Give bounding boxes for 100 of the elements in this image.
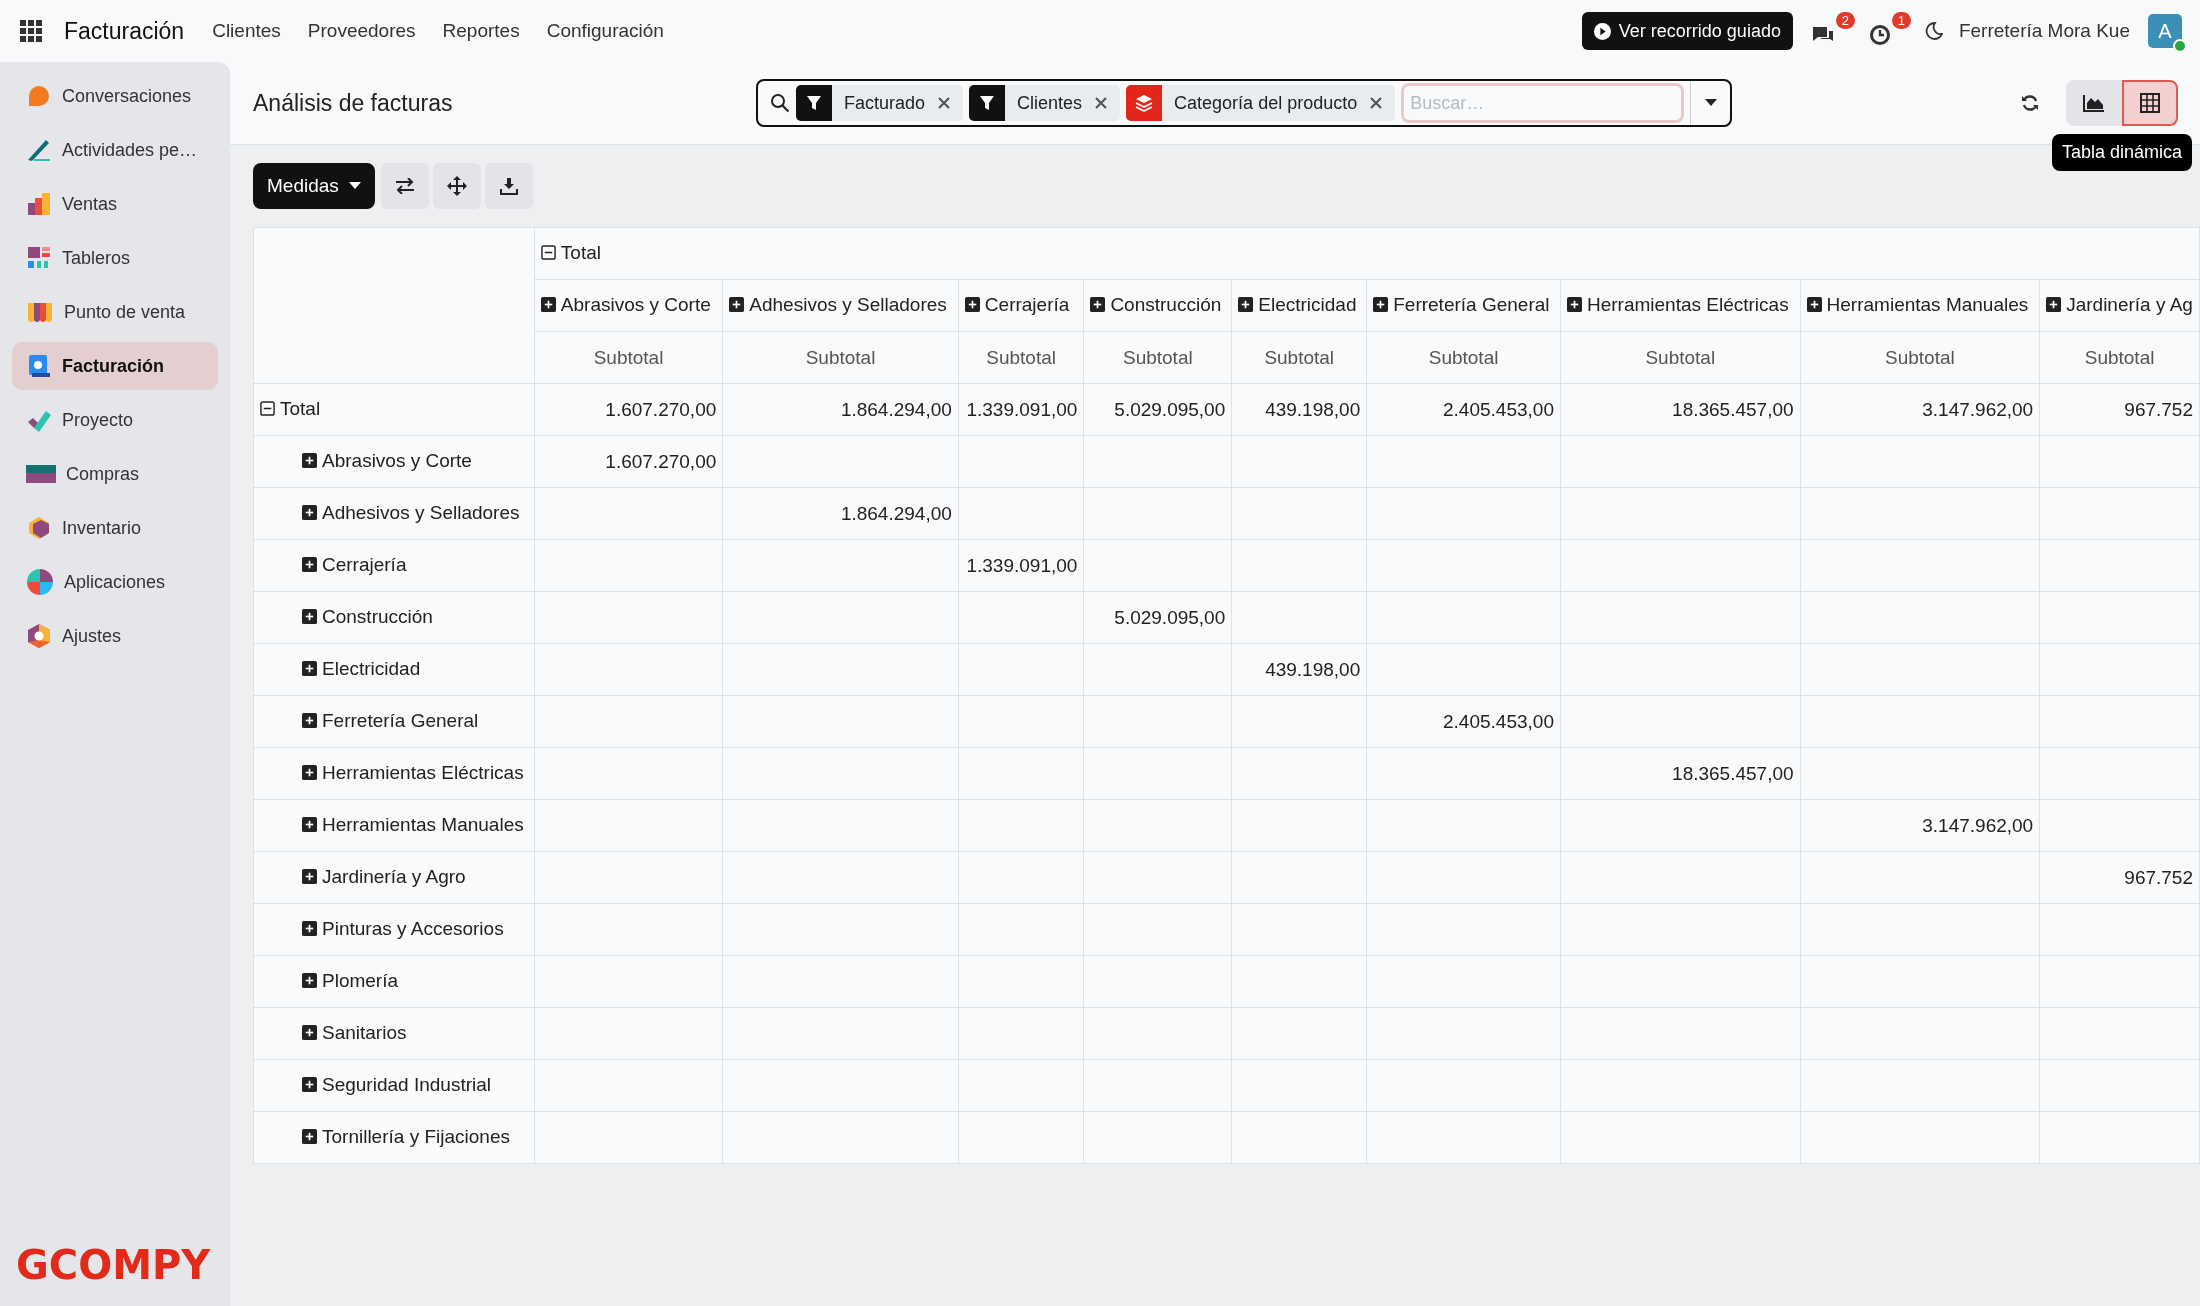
row-header[interactable]: Pinturas y Accesorios [253,903,535,956]
menu-item[interactable]: Configuración [546,20,664,42]
expand-icon [302,1025,317,1041]
row-header[interactable]: Ferretería General [253,695,535,748]
expand-icon [540,297,556,313]
search-field[interactable]: Buscar… [1401,83,1684,123]
column-header[interactable]: Total [534,227,2200,280]
download-icon [499,177,518,195]
expand-icon [1566,297,1582,313]
filter-facet[interactable]: Facturado [796,85,964,121]
measure-header: Subtotal [1800,331,2040,384]
facet-label: Clientes [1016,92,1084,114]
moon-icon[interactable] [1924,22,1943,40]
expand-icon [302,505,317,521]
menu-item[interactable]: Proveedores [307,20,416,42]
row-header[interactable]: Herramientas Manuales [253,799,535,852]
menu-item[interactable]: Clientes [212,20,281,42]
filter-facet[interactable]: Clientes [969,85,1121,121]
pen-icon [26,137,52,163]
table-cell: 18.365.457,00 [1560,383,1801,436]
speech-bubble-icon [26,83,52,109]
filter-facet[interactable]: Categoría del producto [1126,85,1396,121]
activities-button[interactable]: 1 [1864,12,1911,50]
row-header[interactable]: Tornillería y Fijaciones [253,1111,535,1164]
flip-axis-button[interactable] [380,163,429,209]
table-cell: 439.198,00 [1231,383,1367,436]
column-header[interactable]: Electricidad [1231,279,1367,332]
sidebar-item[interactable]: Compras [12,450,218,498]
clock-icon [1868,24,1891,46]
table-cell: 439.198,00 [1231,643,1367,696]
view-switch-button[interactable] [2066,80,2122,126]
sidebar-item[interactable]: Inventario [12,504,218,552]
row-header[interactable]: Sanitarios [253,1007,535,1060]
row-header[interactable]: Electricidad [253,643,535,696]
facet-label: Facturado [843,92,927,114]
download-button[interactable] [484,163,533,209]
sidebar-item[interactable]: Aplicaciones [12,558,218,606]
table-icon [2140,93,2160,113]
messages-button[interactable]: 2 [1806,12,1855,50]
brand-logo: GCOMPY [15,1242,212,1290]
box-icon [26,515,52,541]
column-header[interactable]: Cerrajería [958,279,1084,332]
table-cell: 5.029.095,00 [1083,383,1232,436]
refresh-icon[interactable] [2020,93,2040,113]
row-header[interactable]: Jardinería y Agro [253,851,535,904]
column-header[interactable]: Jardinería y Ag [2039,279,2200,332]
column-header[interactable]: Adhesivos y Selladores [722,279,959,332]
row-header[interactable]: Seguridad Industrial [253,1059,535,1112]
table-cell: 967.752 [2039,383,2200,436]
close-icon[interactable] [1094,96,1109,110]
close-icon[interactable] [937,96,952,110]
guided-tour-button[interactable]: Ver recorrido guiado [1581,12,1793,50]
expand-icon [302,713,317,729]
sidebar-item[interactable]: Proyecto [12,396,218,444]
sidebar-item[interactable]: Punto de venta [12,288,218,336]
swap-arrows-icon [394,178,415,194]
row-header[interactable]: Adhesivos y Selladores [253,487,535,540]
apps-icon [26,568,54,596]
menu-item[interactable]: Reportes [442,20,520,42]
table-cell: 1.864.294,00 [722,487,959,540]
sidebar-item[interactable]: Conversaciones [12,72,218,120]
sidebar-item[interactable]: Ajustes [12,612,218,660]
table-cell: 2.405.453,00 [1366,383,1561,436]
sidebar-item[interactable]: Actividades pe… [12,126,218,174]
tooltip: Tabla dinámica [2051,134,2192,171]
column-header[interactable]: Abrasivos y Corte [534,279,723,332]
bar-chart-icon [26,191,52,217]
column-header[interactable]: Herramientas Manuales [1800,279,2040,332]
company-name[interactable]: Ferretería Mora Kue [1958,20,2130,42]
expand-icon [1090,297,1106,313]
filter-icon [806,95,822,111]
apps-grid-icon[interactable] [20,20,42,42]
measures-button[interactable]: Medidas [253,163,375,209]
caret-icon [1704,99,1717,107]
sidebar-item[interactable]: Ventas [12,180,218,228]
table-cell: 1.339.091,00 [958,383,1084,436]
measure-header: Subtotal [1560,331,1801,384]
expand-icon [302,973,317,989]
dashboard-icon [26,245,52,271]
view-switch-button[interactable] [2122,80,2178,126]
row-header[interactable]: Herramientas Eléctricas [253,747,535,800]
close-icon[interactable] [1369,96,1384,110]
measure-header: Subtotal [1231,331,1367,384]
row-header[interactable]: Cerrajería [253,539,535,592]
sidebar-item[interactable]: Facturación [12,342,218,390]
row-header[interactable]: Abrasivos y Corte [253,435,535,488]
measure-header: Subtotal [958,331,1084,384]
row-header[interactable]: Total [253,383,535,436]
column-header[interactable]: Construcción [1083,279,1232,332]
measure-header: Subtotal [1083,331,1232,384]
column-header[interactable]: Herramientas Eléctricas [1560,279,1801,332]
caret-icon [348,182,361,190]
app-title[interactable]: Facturación [64,17,185,45]
expand-icon [964,297,980,313]
expand-all-button[interactable] [432,163,481,209]
column-header[interactable]: Ferretería General [1366,279,1561,332]
expand-icon [302,765,317,781]
row-header[interactable]: Plomería [253,955,535,1008]
sidebar-item[interactable]: Tableros [12,234,218,282]
row-header[interactable]: Construcción [253,591,535,644]
